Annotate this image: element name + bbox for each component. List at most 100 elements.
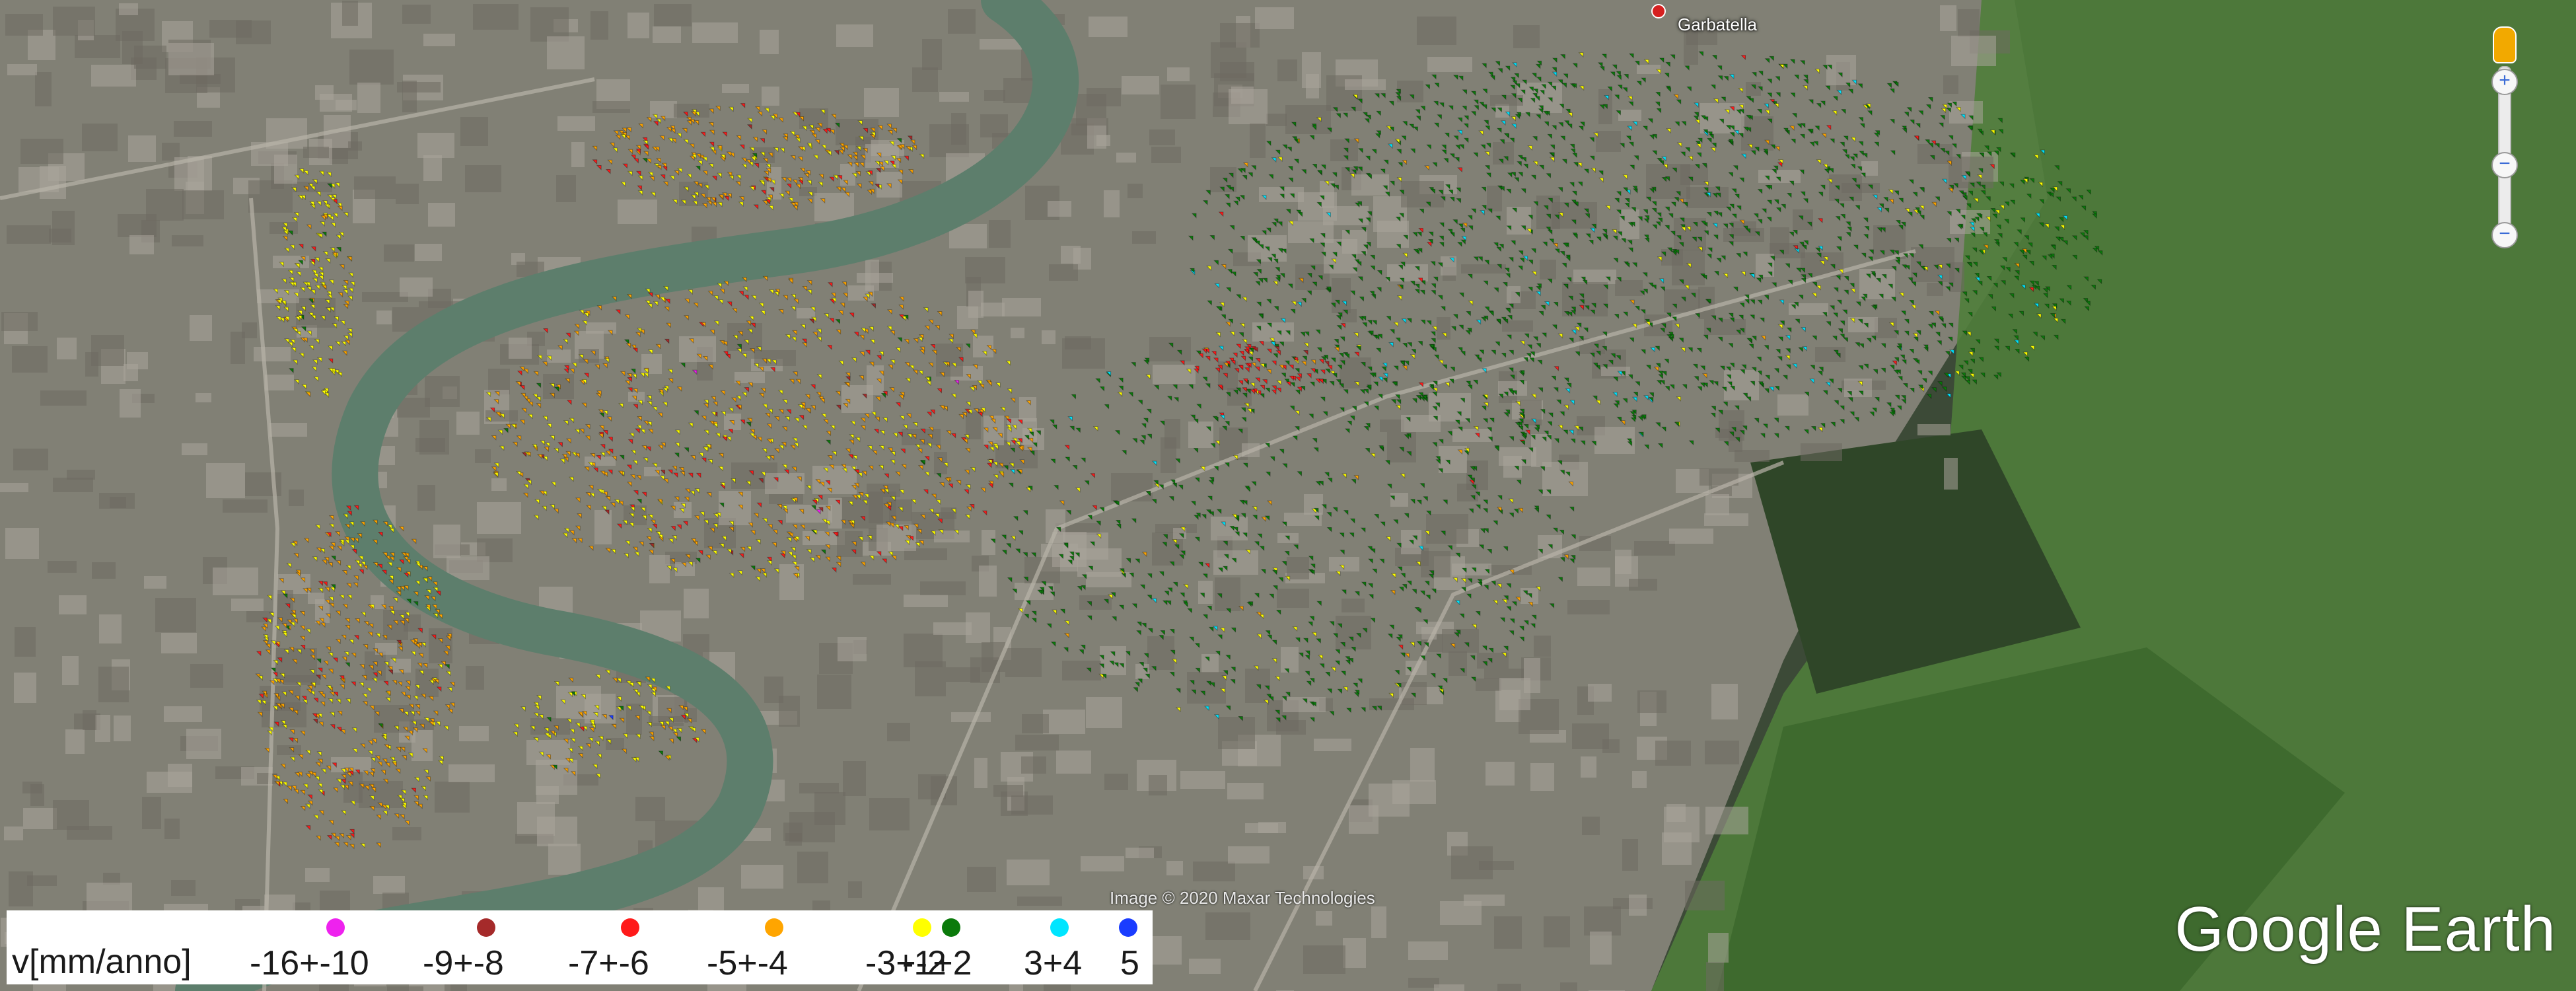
ps-point-icon: [792, 205, 798, 211]
ps-point-icon: [1371, 320, 1377, 326]
ps-point-icon: [1517, 172, 1523, 178]
ps-point-icon: [1160, 630, 1165, 636]
ps-point-icon: [826, 488, 832, 494]
ps-point-icon: [1726, 374, 1732, 380]
ps-point-icon: [1818, 367, 1824, 372]
ps-point-icon: [1706, 137, 1712, 143]
ps-point-icon: [1568, 338, 1574, 344]
ps-point-icon: [1729, 385, 1735, 391]
ps-point-icon: [1544, 301, 1550, 307]
ps-point-icon: [1118, 377, 1124, 383]
ps-point-icon: [310, 314, 316, 320]
ps-point-icon: [1991, 306, 1997, 312]
ps-point-icon: [808, 318, 814, 324]
ps-point-icon: [852, 151, 858, 157]
zoom-slider-handle[interactable]: −: [2491, 152, 2518, 178]
ps-point-icon: [1400, 473, 1406, 479]
zoom-out-button[interactable]: −: [2491, 222, 2518, 248]
ps-point-icon: [1849, 411, 1855, 417]
ps-point-icon: [1410, 354, 1415, 359]
ps-point-icon: [762, 572, 768, 578]
ps-point-icon: [385, 697, 391, 703]
ps-point-icon: [1365, 448, 1370, 453]
ps-point-icon: [351, 681, 356, 687]
ps-point-icon: [1104, 404, 1110, 410]
ps-point-icon: [1479, 349, 1484, 355]
ps-point-icon: [849, 312, 855, 318]
ps-point-icon: [1198, 353, 1203, 359]
ps-point-icon: [1452, 314, 1458, 320]
satellite-map[interactable]: [0, 0, 2576, 991]
ps-point-icon: [1380, 168, 1386, 174]
ps-point-icon: [1414, 607, 1420, 612]
ps-point-icon: [1580, 440, 1586, 446]
ps-point-icon: [1162, 600, 1168, 606]
ps-point-icon: [410, 651, 416, 657]
ps-point-icon: [1353, 138, 1359, 144]
ps-point-icon: [1937, 340, 1942, 346]
ps-point-icon: [1756, 109, 1762, 114]
ps-point-icon: [1710, 85, 1716, 90]
ps-point-icon: [328, 515, 334, 521]
ps-point-icon: [1543, 430, 1549, 436]
ps-point-icon: [1843, 289, 1849, 295]
pegman-icon[interactable]: [2493, 26, 2517, 63]
ps-point-icon: [791, 466, 797, 472]
ps-point-icon: [375, 633, 380, 639]
ps-point-icon: [1703, 230, 1709, 236]
ps-point-icon: [589, 727, 594, 733]
ps-point-icon: [1272, 353, 1278, 359]
ps-point-icon: [1336, 113, 1341, 119]
ps-point-icon: [1293, 544, 1299, 550]
ps-point-icon: [1717, 212, 1723, 218]
ps-point-icon: [343, 335, 349, 341]
ps-point-icon: [284, 248, 289, 253]
ps-point-icon: [1438, 359, 1444, 365]
ps-point-icon: [667, 469, 673, 475]
ps-point-icon: [1464, 642, 1470, 647]
ps-point-icon: [1284, 551, 1290, 556]
ps-point-icon: [1118, 605, 1124, 610]
ps-point-icon: [1171, 659, 1177, 665]
ps-point-icon: [1336, 241, 1342, 247]
ps-point-icon: [1513, 509, 1519, 514]
ps-point-icon: [1973, 198, 1979, 203]
ps-point-icon: [1163, 534, 1168, 540]
ps-point-icon: [335, 610, 341, 616]
ps-point-icon: [1444, 132, 1450, 138]
ps-point-icon: [1360, 362, 1366, 367]
ps-point-icon: [1725, 206, 1731, 212]
zoom-in-button[interactable]: +: [2491, 69, 2518, 95]
ps-point-icon: [415, 562, 421, 568]
ps-point-icon: [1306, 373, 1312, 379]
ps-point-icon: [708, 364, 713, 370]
ps-point-icon: [312, 719, 318, 724]
ps-point-icon: [690, 111, 696, 117]
ps-point-icon: [1534, 507, 1540, 513]
ps-point-icon: [1337, 688, 1343, 694]
ps-point-icon: [806, 180, 812, 186]
ps-point-icon: [1320, 165, 1326, 170]
ps-point-icon: [1092, 426, 1098, 431]
ps-point-icon: [2091, 285, 2096, 290]
ps-point-icon: [1272, 281, 1278, 286]
ps-point-icon: [1297, 211, 1303, 217]
ps-point-icon: [1552, 527, 1558, 533]
ps-point-icon: [573, 330, 579, 336]
ps-point-icon: [1649, 188, 1655, 194]
ps-point-icon: [1745, 228, 1751, 234]
ps-point-icon: [1506, 606, 1511, 612]
ps-point-icon: [291, 347, 297, 353]
ps-point-icon: [411, 721, 417, 727]
ps-point-icon: [798, 146, 803, 152]
ps-point-icon: [1439, 222, 1445, 228]
ps-point-icon: [575, 525, 581, 531]
ps-point-icon: [1511, 116, 1516, 122]
ps-point-icon: [347, 295, 353, 301]
ps-point-icon: [1798, 215, 1804, 221]
ps-point-icon: [826, 345, 832, 350]
ps-point-icon: [1239, 195, 1245, 200]
ps-point-icon: [1674, 323, 1680, 329]
ps-point-icon: [1599, 66, 1605, 72]
ps-point-icon: [1399, 190, 1404, 196]
